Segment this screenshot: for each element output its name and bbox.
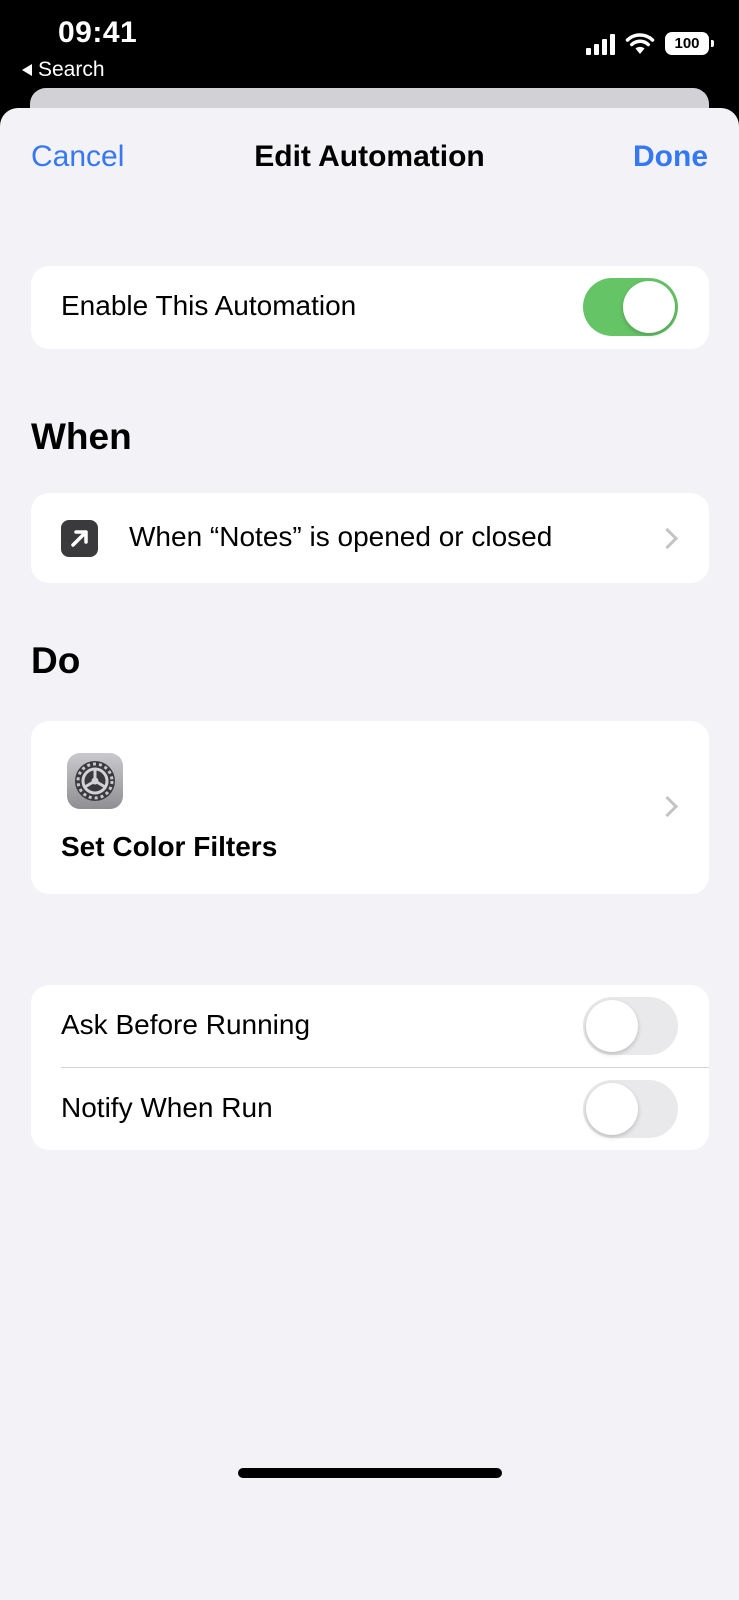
do-section-header: Do xyxy=(31,640,81,681)
arrow-up-right-icon xyxy=(61,520,98,557)
row-divider xyxy=(61,1067,709,1068)
back-label: Search xyxy=(38,58,105,81)
toggle-knob xyxy=(586,1083,638,1135)
trigger-row[interactable]: When “Notes” is opened or closed xyxy=(31,493,709,583)
notify-when-run-toggle[interactable] xyxy=(583,1080,678,1138)
back-triangle-icon xyxy=(22,64,32,76)
status-indicators: 100 xyxy=(586,32,714,55)
ask-before-running-toggle[interactable] xyxy=(583,997,678,1055)
home-indicator[interactable] xyxy=(238,1468,502,1478)
wifi-icon xyxy=(625,32,655,54)
edit-automation-sheet: Cancel Edit Automation Done Enable This … xyxy=(0,108,739,1600)
ask-before-running-label: Ask Before Running xyxy=(61,1009,311,1040)
back-to-search-link[interactable]: Search xyxy=(22,58,105,82)
trigger-label: When “Notes” is opened or closed xyxy=(129,521,553,552)
toggle-knob xyxy=(623,281,675,333)
chevron-right-icon xyxy=(656,795,679,818)
enable-automation-label: Enable This Automation xyxy=(61,290,357,321)
action-label: Set Color Filters xyxy=(61,831,278,862)
settings-gear-icon xyxy=(67,753,123,809)
enable-automation-toggle[interactable] xyxy=(583,278,678,336)
enable-automation-card: Enable This Automation xyxy=(31,266,709,349)
done-button[interactable]: Done xyxy=(633,140,708,174)
page-title: Edit Automation xyxy=(254,140,485,173)
notify-when-run-label: Notify When Run xyxy=(61,1092,273,1123)
action-card[interactable]: Set Color Filters xyxy=(31,721,709,894)
cellular-signal-icon xyxy=(586,33,615,55)
battery-icon: 100 xyxy=(665,32,714,55)
toggle-knob xyxy=(586,1000,638,1052)
chevron-right-icon xyxy=(656,527,679,550)
status-time: 09:41 xyxy=(58,16,138,49)
when-section-header: When xyxy=(31,416,132,457)
options-card: Ask Before Running Notify When Run xyxy=(31,985,709,1150)
